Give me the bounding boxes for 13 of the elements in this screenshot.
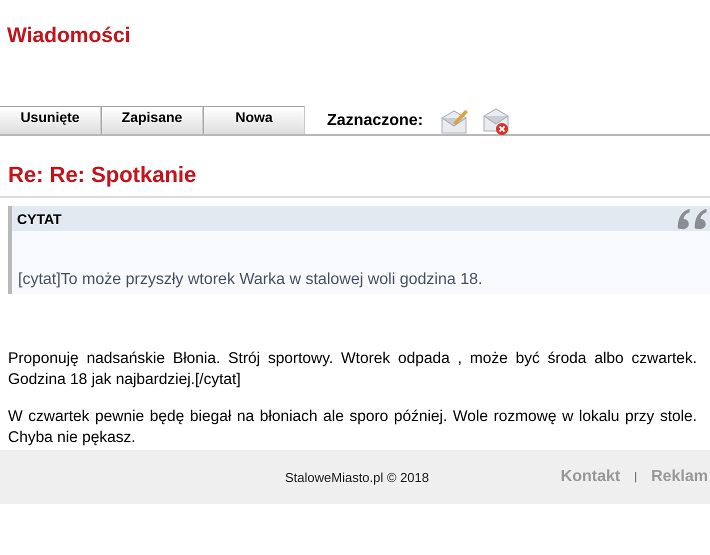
tab[interactable]: Nowa	[203, 106, 305, 134]
copyright-text: StaloweMiasto.pl © 2018	[285, 470, 429, 484]
message-subject: Re: Re: Spotkanie	[0, 136, 710, 198]
quote-heading: CYTAT	[17, 210, 62, 226]
link-separator: |	[634, 471, 638, 483]
message-paragraph: Proponuję nadsańskie Błonia. Strój sportowy. Wtorek odpada , może być środa albo czwartek. Godzina 18 jak najbardziej.[/cytat]	[8, 349, 697, 390]
envelope-delete-icon[interactable]	[481, 106, 512, 136]
message-paragraph: W czwartek pewnie będę biegał na błoniach ale sporo później. Wole rozmowę w lokalu przy stole. Chyba nie pękasz.	[8, 407, 697, 448]
tab[interactable]: Usunięte	[0, 106, 101, 134]
page-title: Wiadomości	[6, 23, 132, 49]
tab[interactable]: Zapisane	[101, 106, 203, 134]
quote-text: [cytat]To może przyszły wtorek Warka w stalowej woli godzina 18.	[18, 271, 484, 289]
selected-label: Zaznaczone:	[327, 112, 424, 130]
